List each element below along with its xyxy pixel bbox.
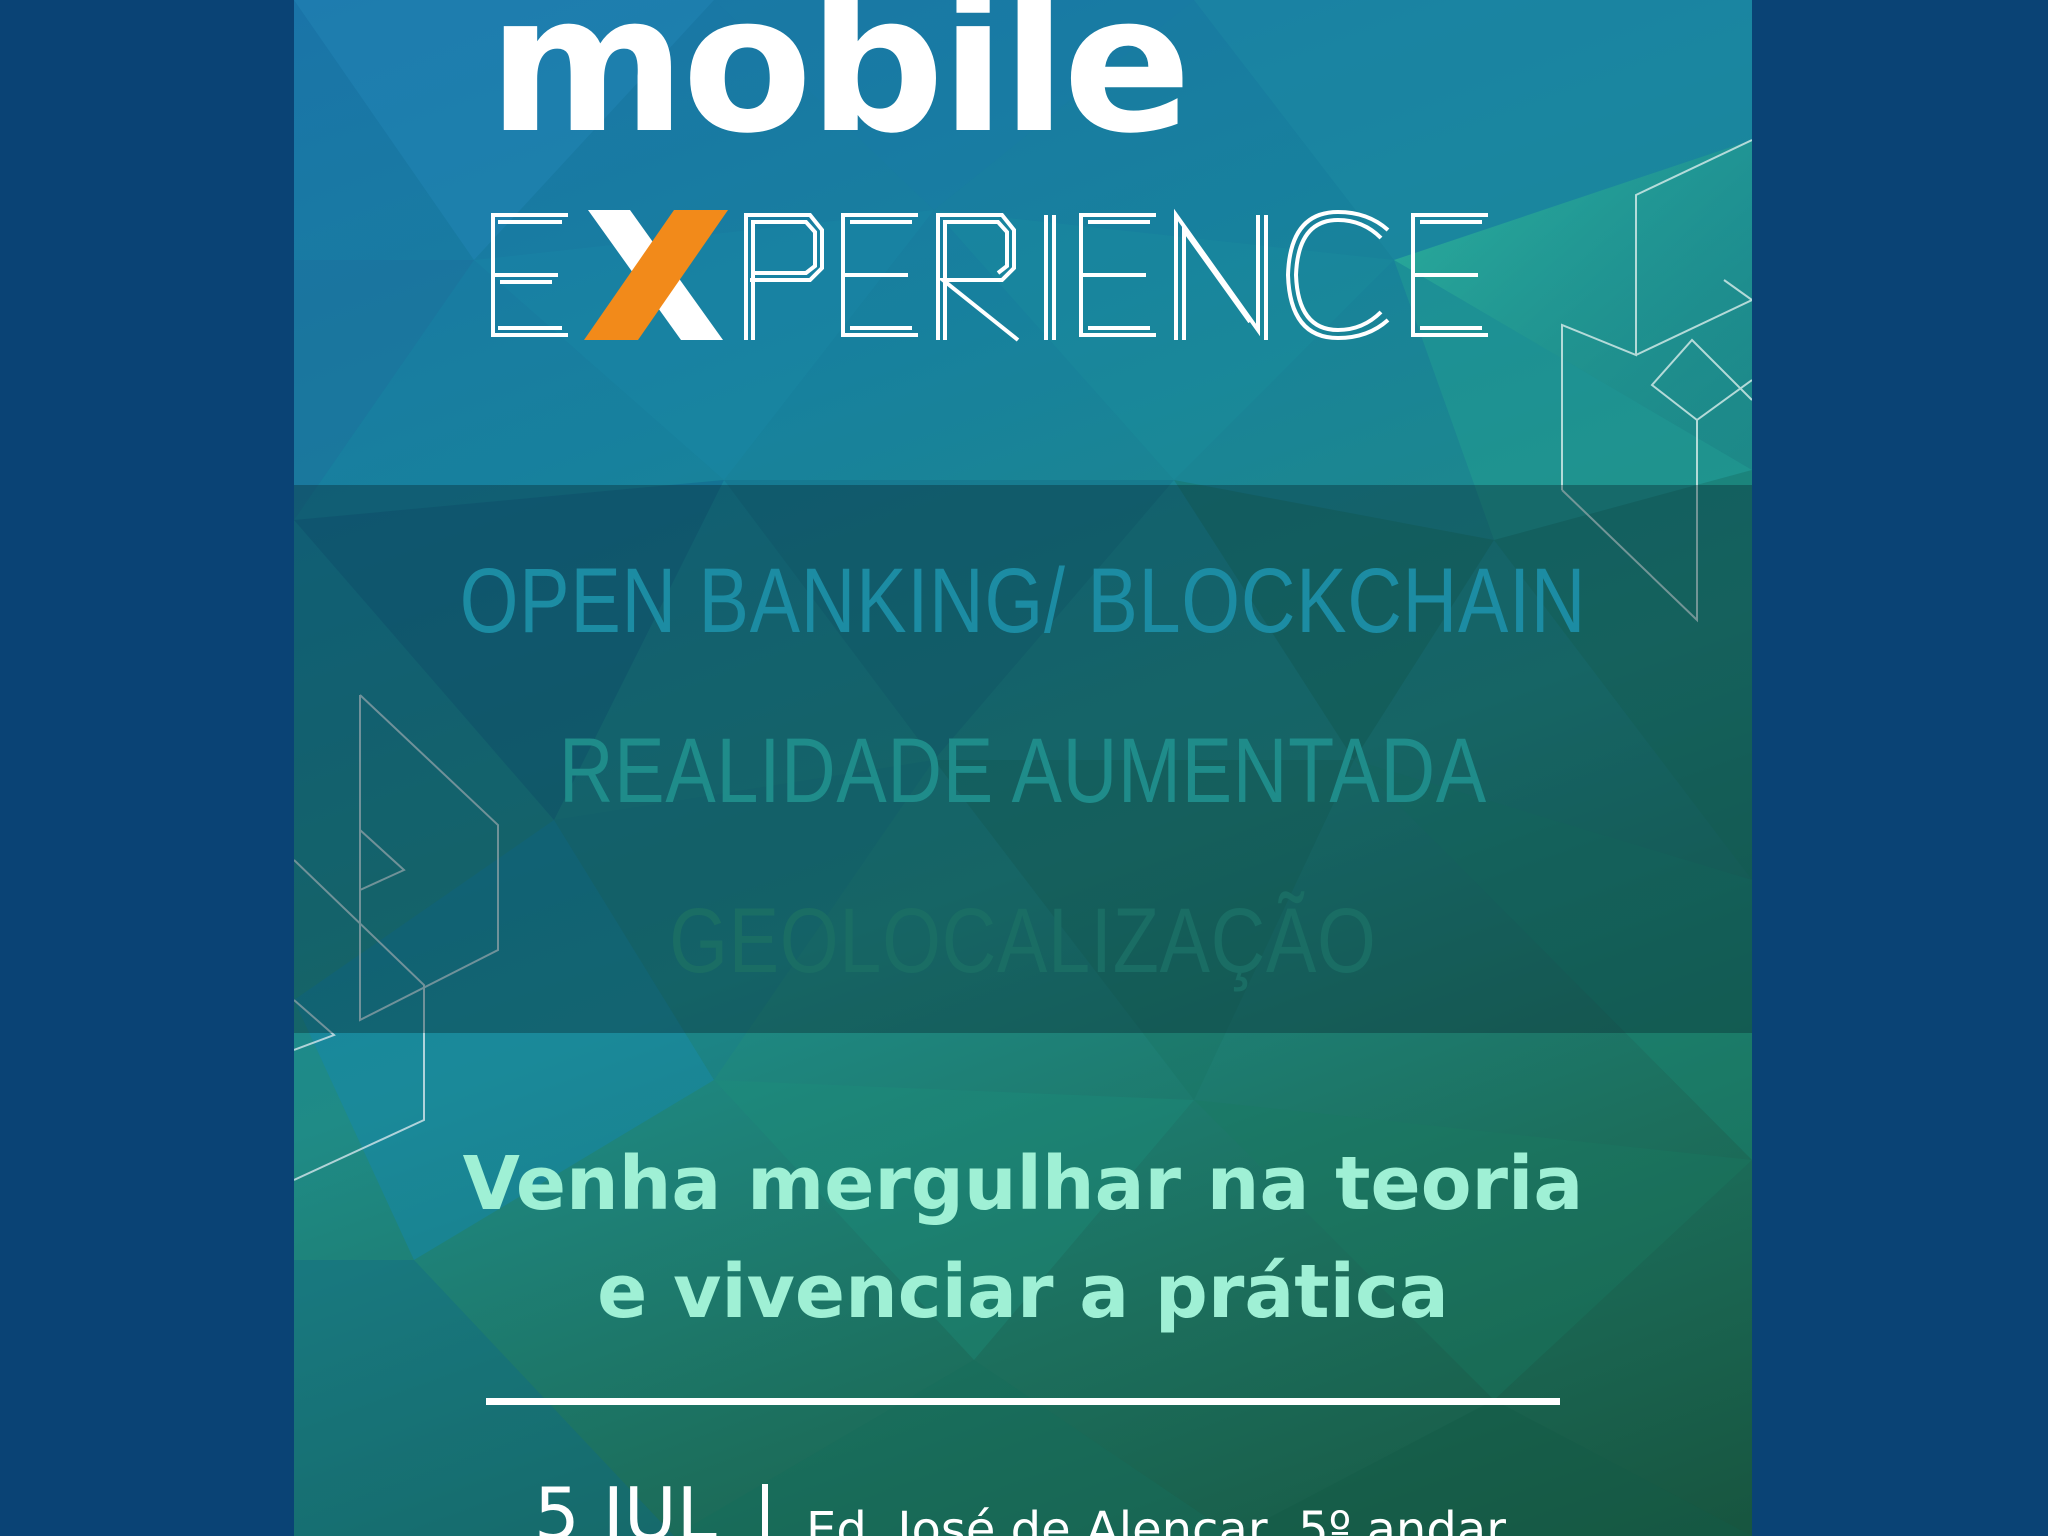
event-footer: 5 JUL Ed. José de Alencar, 5º andar [534, 1478, 1734, 1536]
topic-geolocalizacao: GEOLOCALIZAÇÃO [669, 890, 1377, 992]
tagline-line-1: Venha mergulhar na teoria [462, 1141, 1584, 1227]
footer-separator [762, 1484, 768, 1536]
page: mobile OPEN BANKING/ BLOCKCHAIN REALIDAD… [0, 0, 2048, 1536]
brand-experience-wordmark [491, 208, 1488, 342]
event-poster: mobile OPEN BANKING/ BLOCKCHAIN REALIDAD… [294, 0, 1752, 1536]
event-venue: Ed. José de Alencar, 5º andar [806, 1502, 1506, 1536]
divider-line [486, 1398, 1560, 1405]
event-date: 5 JUL [534, 1472, 717, 1536]
topic-realidade-aumentada: REALIDADE AUMENTADA [558, 720, 1488, 822]
topics-list: OPEN BANKING/ BLOCKCHAIN REALIDADE AUMEN… [294, 485, 1752, 1033]
accent-x-icon [584, 210, 728, 340]
brand-mobile-wordmark: mobile [488, 0, 1192, 175]
topic-open-banking: OPEN BANKING/ BLOCKCHAIN [459, 550, 1587, 652]
tagline-line-2: e vivenciar a prática [597, 1249, 1449, 1335]
tagline: Venha mergulhar na teoria e vivenciar a … [294, 1130, 1752, 1346]
